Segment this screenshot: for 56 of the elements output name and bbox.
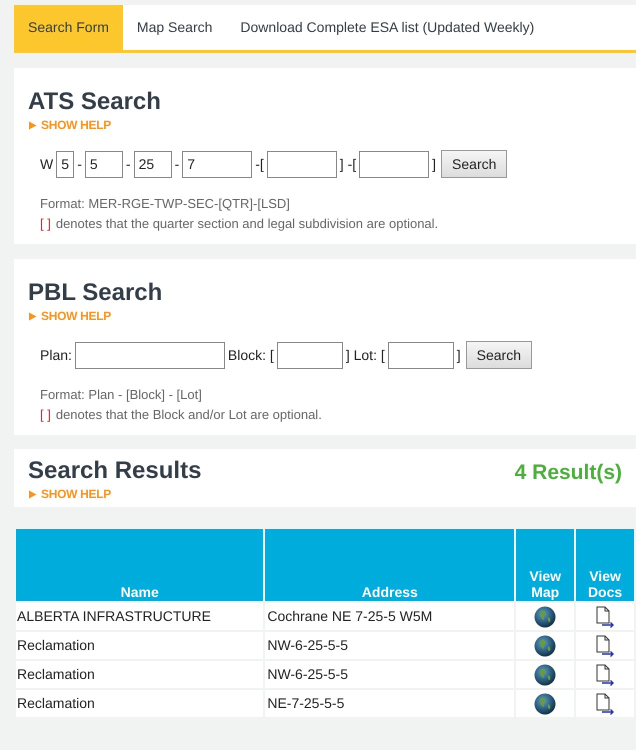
table-cell: NE-7-25-5-5 bbox=[265, 690, 514, 717]
search-button[interactable]: Search bbox=[441, 150, 508, 178]
field-label: ] Lot: [ bbox=[346, 346, 385, 365]
document-arrow-icon[interactable] bbox=[594, 606, 616, 628]
input-field[interactable]: 7 bbox=[182, 150, 252, 178]
triangle-icon bbox=[28, 312, 37, 320]
table-cell: NW-6-25-5-5 bbox=[265, 661, 514, 688]
field-label: - bbox=[174, 154, 180, 174]
globe-icon[interactable] bbox=[534, 634, 556, 656]
column-header: View Map bbox=[516, 529, 574, 601]
section-title: ATS Search bbox=[28, 90, 162, 114]
document-arrow-icon[interactable] bbox=[594, 634, 616, 656]
table-cell: Cochrane NE 7-25-5 W5M bbox=[265, 603, 514, 630]
column-header: Name bbox=[16, 529, 264, 601]
document-arrow-icon[interactable] bbox=[594, 692, 616, 714]
input-field[interactable] bbox=[359, 150, 430, 178]
result-count: 4 Result(s) bbox=[514, 462, 622, 483]
table-cell: Reclamation bbox=[16, 690, 264, 717]
table-cell: Reclamation bbox=[16, 632, 264, 659]
format-text: Format: MER-RGE-TWP-SEC-[QTR]-[LSD] bbox=[40, 195, 291, 213]
triangle-icon bbox=[28, 490, 37, 498]
table-cell: NW-6-25-5-5 bbox=[265, 632, 514, 659]
field-label: ] bbox=[432, 154, 436, 174]
bracket-marker: [ ] bbox=[40, 406, 51, 424]
globe-icon[interactable] bbox=[534, 692, 556, 714]
column-header: View Docs bbox=[576, 529, 634, 601]
section-title: PBL Search bbox=[28, 281, 164, 305]
input-field[interactable]: 5 bbox=[56, 150, 74, 178]
globe-icon[interactable] bbox=[534, 606, 556, 628]
field-label: - bbox=[77, 154, 82, 174]
table-cell: Reclamation bbox=[16, 661, 264, 688]
table-cell: ALBERTA INFRASTRUCTURE bbox=[16, 603, 264, 630]
field-label: Plan: bbox=[40, 346, 72, 364]
triangle-icon bbox=[28, 120, 37, 130]
field-label: ] bbox=[456, 346, 461, 365]
input-field[interactable]: 5 bbox=[84, 150, 123, 178]
input-field[interactable] bbox=[74, 342, 225, 368]
field-label: ] -[ bbox=[340, 154, 356, 174]
field-label: - bbox=[126, 154, 131, 174]
input-field[interactable] bbox=[266, 150, 337, 178]
field-label: W bbox=[40, 154, 54, 174]
field-label: -[ bbox=[255, 154, 264, 174]
input-field[interactable] bbox=[276, 342, 343, 368]
bracket-marker: [ ] bbox=[40, 215, 51, 233]
input-field[interactable] bbox=[388, 342, 454, 368]
section-title: Search Results bbox=[28, 459, 202, 483]
field-label: Block: [ bbox=[228, 346, 274, 365]
format-text: Format: Plan - [Block] - [Lot] bbox=[40, 386, 203, 404]
tab[interactable]: Search Form bbox=[14, 5, 123, 50]
column-header: Address bbox=[265, 529, 514, 601]
search-button[interactable]: Search bbox=[466, 341, 532, 369]
note-text: denotes that the quarter section and legal subdivision are optional. bbox=[56, 215, 438, 233]
globe-icon[interactable] bbox=[534, 664, 556, 686]
input-field[interactable]: 25 bbox=[134, 150, 172, 178]
document-arrow-icon[interactable] bbox=[594, 664, 616, 686]
note-text: denotes that the Block and/or Lot are optional. bbox=[56, 406, 322, 424]
